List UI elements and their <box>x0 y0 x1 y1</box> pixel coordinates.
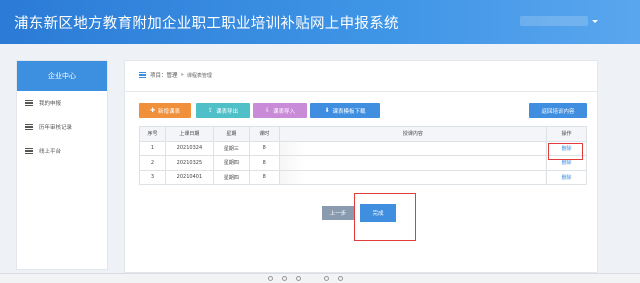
sidebar-item-online-platform[interactable]: 线上平台 <box>17 139 107 163</box>
column-header: 序号 <box>139 126 166 142</box>
cell-hours: 8 <box>248 155 280 171</box>
sidebar-heading: 企业中心 <box>17 61 107 91</box>
cell-weekday: 星期三 <box>212 140 250 156</box>
breadcrumb-parent[interactable]: 管理 <box>167 71 178 79</box>
export-icon: ⇪ <box>207 107 213 114</box>
main-panel: 项目： 管理 » 课程表管理 ✚ 新增课表 ⇪ 课表导出 ⇩ 课表导入 ⬇ 课表模板下载… <box>124 60 598 273</box>
list-icon <box>25 100 33 106</box>
column-header: 操作 <box>546 126 587 142</box>
cell-hours: 8 <box>248 140 280 156</box>
previous-step-button[interactable]: 上一步 <box>322 206 354 220</box>
button-label: 课表导出 <box>216 108 239 115</box>
table-row: 3 20210401 星期四 8 删除 <box>139 169 587 185</box>
column-header: 上课日期 <box>164 126 214 142</box>
import-icon: ⇩ <box>264 107 270 114</box>
bottom-toolbar <box>0 273 640 283</box>
cell-date: 20210401 <box>164 169 214 185</box>
breadcrumb-prefix: 项目： <box>150 73 167 79</box>
cell-date: 20210325 <box>164 155 214 171</box>
cell-content <box>278 155 548 171</box>
table-row: 2 20210325 星期四 8 删除 <box>139 155 587 171</box>
toolbar-circle-icon[interactable] <box>338 276 343 281</box>
chevron-down-icon[interactable] <box>592 20 598 23</box>
sidebar-item-audit-history[interactable]: 历年审核记录 <box>17 115 107 139</box>
plus-icon: ✚ <box>149 107 155 114</box>
button-label: 课表模板下载 <box>332 108 366 115</box>
user-menu[interactable] <box>520 16 588 26</box>
column-header: 授课内容 <box>278 126 548 142</box>
list-icon <box>139 72 146 78</box>
sidebar-item-label: 我的申报 <box>39 101 62 107</box>
list-icon <box>25 124 33 130</box>
sidebar: 企业中心 我的申报 历年审核记录 线上平台 <box>16 60 108 270</box>
list-icon <box>25 148 33 154</box>
toolbar-circle-icon[interactable] <box>324 276 329 281</box>
cell-no: 3 <box>139 169 166 185</box>
delete-link[interactable]: 删除 <box>546 169 587 185</box>
highlight-box-finish <box>354 193 416 241</box>
breadcrumb: 项目： 管理 » 课程表管理 <box>139 71 212 79</box>
column-header: 星期 <box>212 126 250 142</box>
download-template-button[interactable]: ⬇ 课表模板下载 <box>310 103 380 118</box>
divider <box>125 91 597 92</box>
download-icon: ⬇ <box>324 107 330 114</box>
app-header: 浦东新区地方教育附加企业职工职业培训补贴网上申报系统 <box>0 0 640 44</box>
app-title: 浦东新区地方教育附加企业职工职业培训补贴网上申报系统 <box>14 16 399 32</box>
sidebar-item-label: 历年审核记录 <box>39 125 73 131</box>
toolbar-circle-icon[interactable] <box>296 276 301 281</box>
button-label: 返回培训内容 <box>541 108 575 115</box>
import-schedule-button[interactable]: ⇩ 课表导入 <box>253 103 307 118</box>
sidebar-item-my-declaration[interactable]: 我的申报 <box>17 91 107 115</box>
sidebar-item-label: 线上平台 <box>39 149 62 155</box>
table-row: 1 20210324 星期三 8 删除 <box>139 140 587 156</box>
cell-hours: 8 <box>248 169 280 185</box>
add-schedule-button[interactable]: ✚ 新增课表 <box>139 103 191 118</box>
highlight-box-delete <box>548 143 583 160</box>
export-schedule-button[interactable]: ⇪ 课表导出 <box>196 103 250 118</box>
column-header: 课时 <box>248 126 280 142</box>
cell-date: 20210324 <box>164 140 214 156</box>
cell-content <box>278 140 548 156</box>
cell-no: 2 <box>139 155 166 171</box>
cell-weekday: 星期四 <box>212 155 250 171</box>
table-header-row: 序号 上课日期 星期 课时 授课内容 操作 <box>139 126 587 142</box>
toolbar-circle-icon[interactable] <box>282 276 287 281</box>
breadcrumb-separator: » <box>180 72 184 78</box>
button-label: 新增课表 <box>158 108 181 115</box>
toolbar-circle-icon[interactable] <box>268 276 273 281</box>
cell-no: 1 <box>139 140 166 156</box>
schedule-table: 序号 上课日期 星期 课时 授课内容 操作 1 20210324 星期三 8 删… <box>139 126 587 185</box>
cell-weekday: 星期四 <box>212 169 250 185</box>
breadcrumb-current: 课程表管理 <box>186 72 212 79</box>
back-to-content-button[interactable]: 返回培训内容 <box>529 103 587 118</box>
button-label: 课表导入 <box>273 108 296 115</box>
cell-content <box>278 169 548 185</box>
